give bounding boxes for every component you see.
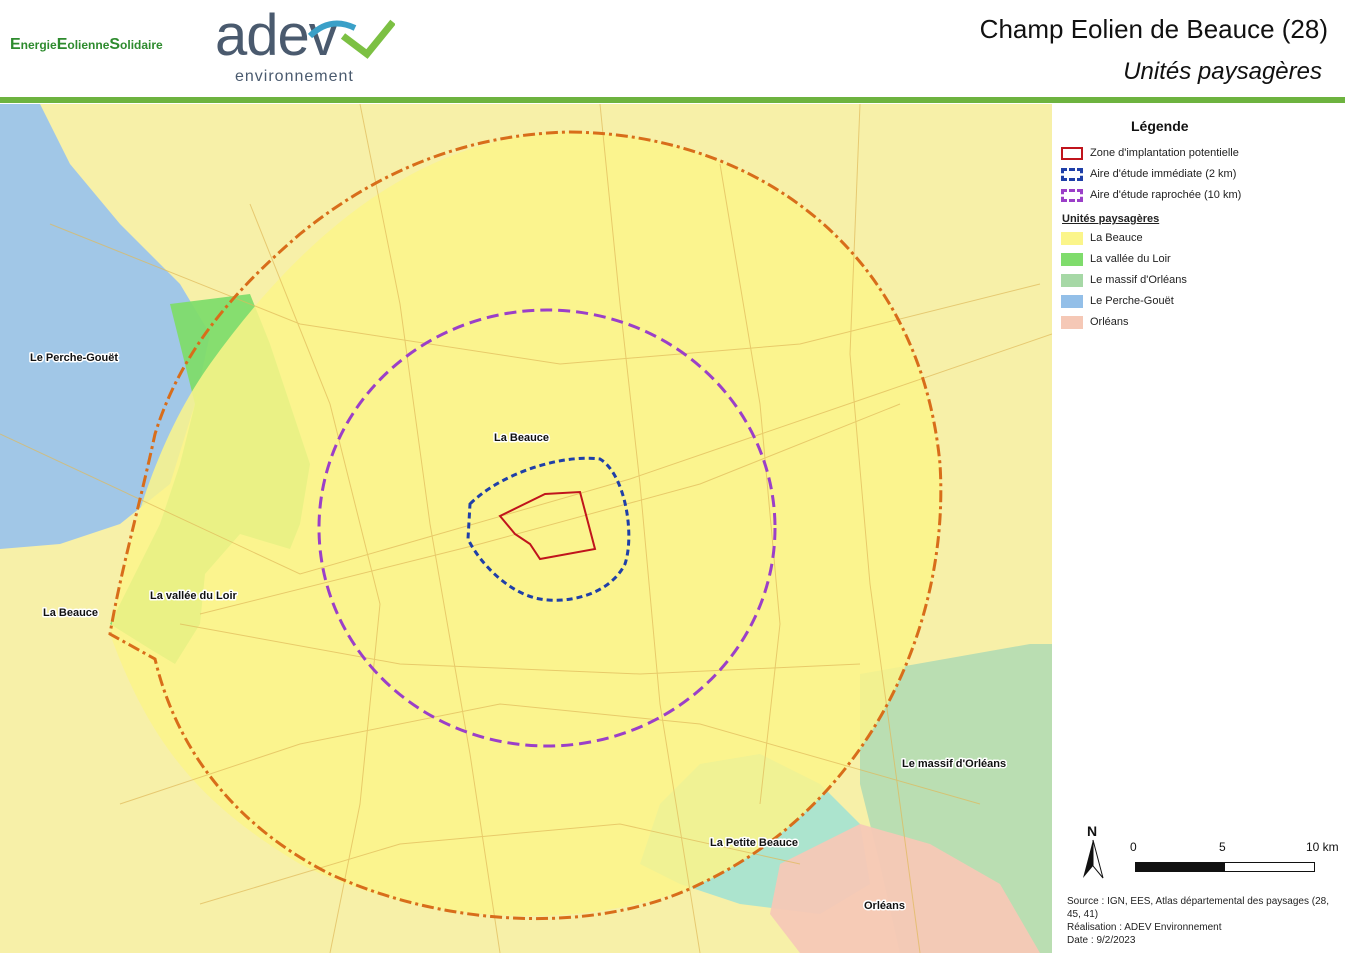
scale-segment-black (1135, 862, 1226, 872)
realisation-line: Réalisation : ADEV Environnement (1067, 922, 1222, 933)
label-orleans: Orléans (864, 900, 905, 912)
purple-dashed-rect-icon (1061, 189, 1083, 202)
blue-swatch-icon (1061, 295, 1083, 308)
header-divider (0, 97, 1345, 103)
label-petite-beauce: La Petite Beauce (710, 837, 798, 849)
header: EnergieEolienneSolidaire adev environnem… (0, 0, 1348, 98)
scale-segment-white (1224, 862, 1315, 872)
label-vallee-du-loir: La vallée du Loir (150, 590, 238, 602)
ees-logo: EnergieEolienneSolidaire (10, 36, 163, 53)
north-arrow-icon: N (1083, 823, 1104, 879)
date-line: Date : 9/2/2023 (1067, 935, 1136, 946)
adev-logo: adev environnement (215, 3, 395, 92)
source-block: Source : IGN, EES, Atlas départemental d… (1067, 895, 1329, 947)
pink-swatch-icon (1061, 316, 1083, 329)
label-la-beauce-center: La Beauce (494, 432, 549, 444)
scale-tick-0: 0 (1130, 840, 1137, 854)
map-canvas[interactable]: Le Perche-Gouët La Beauce La Beauce La v… (0, 104, 1052, 953)
adev-swoosh-icon (307, 19, 395, 59)
map-title: Champ Eolien de Beauce (28) (979, 14, 1328, 44)
scale-bar: N 0 5 10 km (1082, 822, 1342, 882)
legend-units-title: Unités paysagères (1062, 213, 1160, 225)
north-letter: N (1087, 823, 1097, 839)
legend-title: Légende (1131, 118, 1189, 134)
label-la-beauce-west: La Beauce (43, 607, 98, 619)
map-subtitle: Unités paysagères (1123, 58, 1322, 85)
blue-dashed-rect-icon (1061, 168, 1083, 181)
label-massif-orleans: Le massif d'Orléans (902, 758, 1006, 770)
green-swatch-icon (1061, 253, 1083, 266)
source-line: Source : IGN, EES, Atlas départemental d… (1067, 896, 1329, 920)
light-green-swatch-icon (1061, 274, 1083, 287)
scale-tick-10: 10 km (1306, 840, 1339, 854)
label-perche-gouet: Le Perche-Gouët (30, 352, 118, 364)
red-outline-rect-icon (1061, 147, 1083, 160)
scale-tick-5: 5 (1219, 840, 1226, 854)
adev-logo-sub: environnement (235, 68, 354, 85)
map-svg: Le Perche-Gouët La Beauce La Beauce La v… (0, 104, 1052, 953)
yellow-swatch-icon (1061, 232, 1083, 245)
